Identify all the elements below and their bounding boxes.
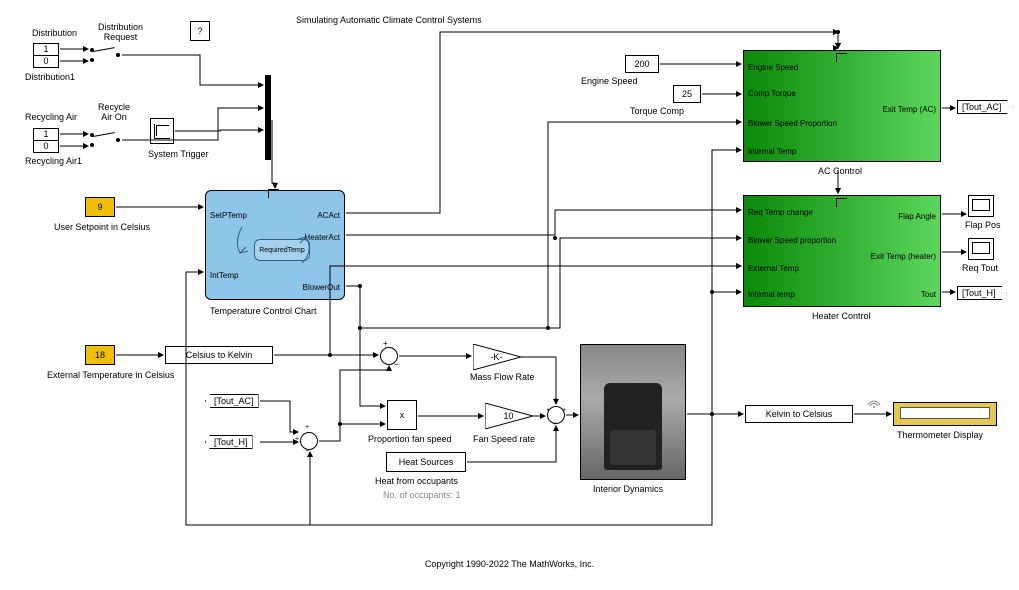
- ac-port-engine: Engine Speed: [748, 63, 798, 72]
- engine-speed-label: Engine Speed: [581, 76, 638, 86]
- ac-port-blower: Blower Speed Proportion: [748, 119, 837, 128]
- const-engine-speed[interactable]: 200: [625, 55, 659, 73]
- const-setpoint[interactable]: 9: [85, 197, 115, 217]
- heat-occupants-label: Heat from occupants: [375, 476, 458, 486]
- distribution-request-label: Distribution Request: [98, 22, 143, 42]
- port-heateract: HeaterAct: [304, 233, 340, 242]
- no-occupants-label: No. of occupants: 1: [383, 490, 461, 500]
- distribution-label: Distribution: [32, 28, 77, 38]
- thermometer-display-label: Thermometer Display: [897, 430, 983, 440]
- gain-10-label: 10: [503, 411, 513, 421]
- help-button[interactable]: ?: [190, 21, 210, 41]
- mux: [265, 75, 271, 160]
- ac-port-int: Internal Temp: [748, 147, 796, 156]
- recycling-air-label: Recycling Air: [25, 112, 77, 122]
- gain-k-label: -K-: [490, 352, 502, 362]
- heater-port-req: Req Temp change: [748, 208, 813, 217]
- req-tout-label: Req Tout: [962, 263, 998, 273]
- port-blowerout: BlowerOut: [303, 283, 340, 292]
- heater-port-blower: Blower Speed proportion: [748, 236, 836, 245]
- interior-dynamics-label: Interior Dynamics: [593, 484, 663, 494]
- heat-sources-block[interactable]: Heat Sources: [386, 452, 466, 472]
- tag-from-tout-h[interactable]: [Tout_H]: [205, 435, 253, 449]
- port-inttemp: IntTemp: [210, 271, 238, 280]
- user-setpoint-label: User Setpoint in Celsius: [54, 222, 150, 232]
- title: Simulating Automatic Climate Control Sys…: [296, 15, 482, 25]
- heater-port-flap: Flap Angle: [898, 212, 936, 221]
- scope-flap-pos[interactable]: [968, 195, 994, 217]
- fan-speed-label: Fan Speed rate: [473, 434, 535, 444]
- celsius-to-kelvin-block[interactable]: Celsius to Kelvin: [165, 346, 273, 364]
- distribution1-label: Distribution1: [25, 72, 75, 82]
- port-acact: ACAct: [317, 211, 340, 220]
- gain-fan-speed[interactable]: 10: [485, 403, 533, 429]
- torque-comp-label: Torque Comp: [630, 106, 684, 116]
- proportion-fan-label: Proportion fan speed: [368, 434, 452, 444]
- const-distribution1-bot: 0: [34, 56, 58, 67]
- required-temp-box: RequiredTemp: [254, 239, 310, 261]
- kelvin-to-celsius-block[interactable]: Kelvin to Celsius: [745, 405, 853, 423]
- heater-port-exit: Exit Temp (heater): [871, 252, 936, 261]
- const-distribution1-top: 1: [34, 44, 58, 56]
- recycling-air1-label: Recycling Air1: [25, 156, 82, 166]
- interior-dynamics-block[interactable]: [580, 344, 686, 480]
- heater-control-block[interactable]: Req Temp change Blower Speed proportion …: [743, 195, 941, 307]
- port-setptemp: SetPTemp: [210, 211, 247, 220]
- copyright: Copyright 1990-2022 The MathWorks, Inc.: [0, 559, 1019, 569]
- ac-port-comp: Comp Torque: [748, 89, 796, 98]
- system-trigger-block[interactable]: [150, 118, 174, 144]
- ac-trigger-icon: [836, 53, 850, 63]
- temp-chart-label: Temperature Control Chart: [210, 306, 317, 316]
- const-recycling-air1[interactable]: 1 0: [33, 128, 59, 153]
- signal-icon: [866, 395, 882, 409]
- heater-port-tout: Tout: [921, 290, 936, 299]
- system-trigger-label: System Trigger: [148, 149, 209, 159]
- temperature-control-chart[interactable]: SetPTemp IntTemp ACAct HeaterAct BlowerO…: [205, 190, 345, 300]
- const-recycling-bot: 0: [34, 141, 58, 152]
- thermometer-display-block[interactable]: [893, 402, 997, 426]
- recycle-air-on-label: Recycle Air On: [98, 102, 130, 122]
- heater-port-int: Internal temp: [748, 290, 795, 299]
- heater-port-ext: External Temp: [748, 264, 799, 273]
- tag-from-tout-ac[interactable]: [Tout_AC]: [205, 394, 259, 408]
- ac-control-block[interactable]: Engine Speed Comp Torque Blower Speed Pr…: [743, 50, 941, 162]
- product-block[interactable]: x: [387, 400, 417, 430]
- ac-control-label: AC Control: [818, 166, 862, 176]
- gain-mass-flow[interactable]: -K-: [473, 344, 521, 370]
- switch-recycling[interactable]: [90, 130, 120, 150]
- const-distribution1[interactable]: 1 0: [33, 43, 59, 68]
- switch-distribution[interactable]: [90, 45, 120, 65]
- const-torque-comp[interactable]: 25: [673, 85, 701, 103]
- ac-port-exit: Exit Temp (AC): [882, 105, 936, 114]
- tag-goto-tout-ac[interactable]: [Tout_AC]: [957, 100, 1013, 114]
- heater-trigger-icon: [836, 198, 850, 208]
- const-ext-temp[interactable]: 18: [85, 345, 115, 365]
- flap-pos-label: Flap Pos: [965, 220, 1001, 230]
- chart-trigger-icon: [268, 189, 282, 199]
- const-recycling-top: 1: [34, 129, 58, 141]
- mass-flow-label: Mass Flow Rate: [470, 372, 535, 382]
- tag-goto-tout-h[interactable]: [Tout_H]: [957, 286, 1007, 300]
- ext-temp-label: External Temperature in Celsius: [47, 370, 174, 380]
- heater-control-label: Heater Control: [812, 311, 871, 321]
- scope-req-tout[interactable]: [968, 238, 994, 260]
